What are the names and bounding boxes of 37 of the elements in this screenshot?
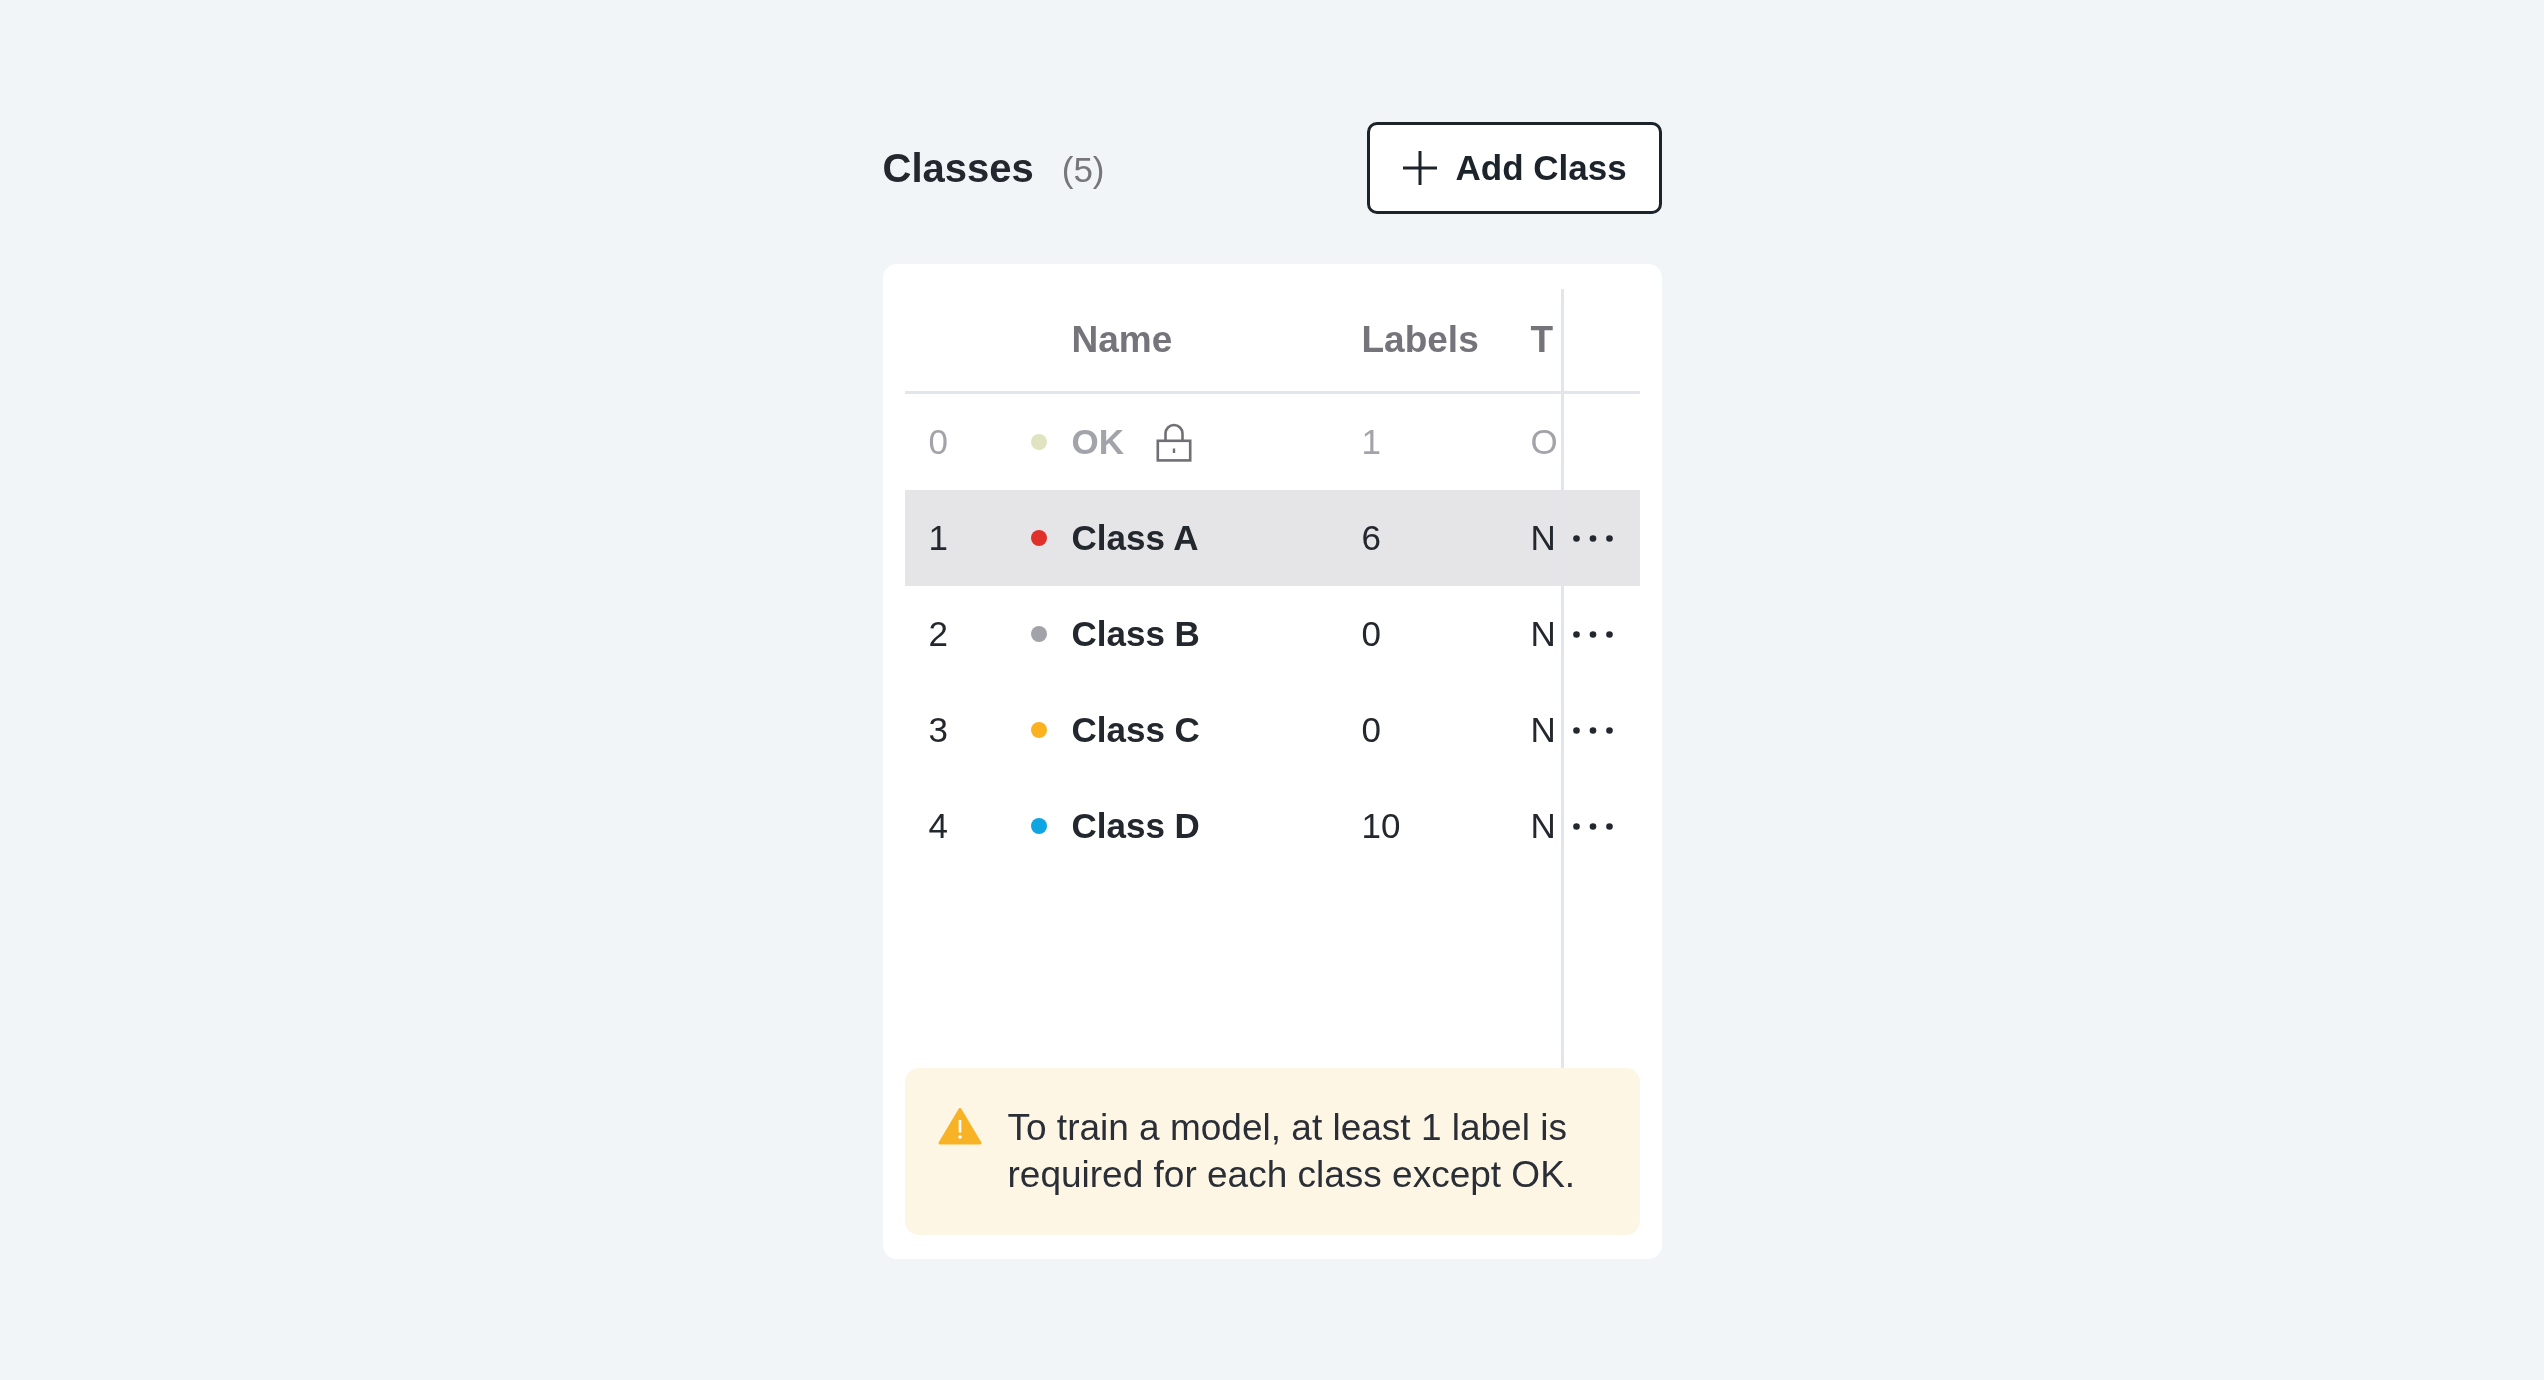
ellipsis-icon[interactable] bbox=[1572, 726, 1613, 734]
column-header: T bbox=[1530, 318, 1554, 360]
ellipsis-icon[interactable] bbox=[1572, 822, 1613, 830]
table-row[interactable]: 2 Class B 0 N bbox=[904, 586, 1640, 682]
add-class-button[interactable]: Add Class bbox=[1366, 122, 1662, 214]
table-cell: N bbox=[1530, 709, 1556, 749]
class-name: Class A bbox=[1071, 517, 1199, 559]
table-cell: O bbox=[1530, 421, 1558, 461]
row-index: 1 bbox=[928, 517, 948, 557]
table-cell: N bbox=[1530, 805, 1556, 845]
table-row[interactable]: 4 Class D 10 N bbox=[904, 778, 1640, 874]
ellipsis-icon[interactable] bbox=[1572, 630, 1613, 638]
class-name: Class C bbox=[1071, 709, 1200, 751]
class-name: Class D bbox=[1071, 805, 1200, 847]
label-count: 10 bbox=[1361, 805, 1401, 845]
column-header: Labels bbox=[1361, 318, 1479, 360]
warning-message: To train a model, at least 1 label is required for each class except OK. bbox=[1007, 1106, 1577, 1197]
column-header: Name bbox=[1071, 318, 1173, 360]
class-count: (5) bbox=[1061, 151, 1105, 190]
table-cell: N bbox=[1530, 613, 1556, 653]
warning-icon bbox=[937, 1107, 982, 1145]
row-index: 4 bbox=[928, 805, 948, 845]
row-index: 2 bbox=[928, 613, 948, 653]
row-index: 0 bbox=[928, 421, 948, 461]
label-count: 0 bbox=[1361, 613, 1381, 653]
class-name: OK bbox=[1071, 421, 1124, 463]
label-count: 6 bbox=[1361, 517, 1381, 557]
plus-icon bbox=[1402, 151, 1437, 185]
section-title: Classes bbox=[882, 146, 1034, 190]
table-row[interactable]: 1 Class A 6 N bbox=[904, 490, 1640, 586]
table-row[interactable]: 3 Class C 0 N bbox=[904, 682, 1640, 778]
row-index: 3 bbox=[928, 709, 948, 749]
ellipsis-icon[interactable] bbox=[1572, 534, 1613, 542]
label-count: 1 bbox=[1361, 421, 1381, 461]
table-cell: N bbox=[1530, 517, 1556, 557]
label-count: 0 bbox=[1361, 709, 1381, 749]
class-name: Class B bbox=[1071, 613, 1200, 655]
